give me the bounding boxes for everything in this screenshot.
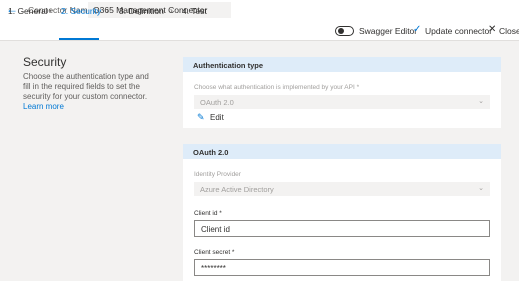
authentication-type-card: Authentication type Choose what authenti… <box>183 57 501 128</box>
client-secret-label: Client secret * <box>194 249 235 256</box>
pencil-icon[interactable]: ✎ <box>197 112 205 123</box>
section-description: Choose the authentication type and fill … <box>23 72 153 112</box>
identity-provider-value: Azure Active Directory <box>200 185 274 194</box>
section-title: Security <box>23 55 67 69</box>
chevron-right-icon: › <box>170 5 173 15</box>
oauth-card: OAuth 2.0 Identity Provider Azure Active… <box>183 144 501 281</box>
auth-type-select[interactable]: OAuth 2.0 ⌄ <box>194 95 490 109</box>
update-connector-button[interactable]: Update connector <box>425 26 492 36</box>
swagger-editor-toggle[interactable] <box>335 26 354 36</box>
chevron-down-icon: ⌄ <box>478 98 484 105</box>
client-id-label: Client id * <box>194 210 222 217</box>
check-icon[interactable]: ✓ <box>413 24 421 35</box>
client-id-input[interactable]: Client id <box>194 220 490 237</box>
chevron-down-icon: ⌄ <box>478 185 484 192</box>
card-header: OAuth 2.0 <box>183 144 501 159</box>
step-test[interactable]: 4. Test <box>182 6 207 16</box>
close-button[interactable]: Close <box>499 26 519 36</box>
chevron-right-icon: › <box>106 5 109 15</box>
learn-more-link[interactable]: Learn more <box>23 102 64 111</box>
step-definition[interactable]: 3. Definition <box>119 6 164 16</box>
toggle-knob <box>338 28 344 34</box>
identity-provider-label: Identity Provider <box>194 171 241 178</box>
identity-provider-select[interactable]: Azure Active Directory ⌄ <box>194 182 490 196</box>
step-security[interactable]: 2. Security <box>61 6 101 16</box>
active-step-indicator <box>59 38 99 40</box>
close-icon[interactable]: ✕ <box>488 24 496 35</box>
chevron-right-icon: › <box>49 5 52 15</box>
card-header: Authentication type <box>183 57 501 72</box>
auth-type-value: OAuth 2.0 <box>200 98 234 107</box>
swagger-editor-label[interactable]: Swagger Editor <box>359 26 417 36</box>
step-general[interactable]: 1. General <box>8 6 48 16</box>
client-secret-input[interactable]: ******** <box>194 259 490 276</box>
edit-button[interactable]: Edit <box>210 113 224 122</box>
description-text: Choose the authentication type and fill … <box>23 72 149 101</box>
auth-type-label: Choose what authentication is implemente… <box>194 84 360 91</box>
